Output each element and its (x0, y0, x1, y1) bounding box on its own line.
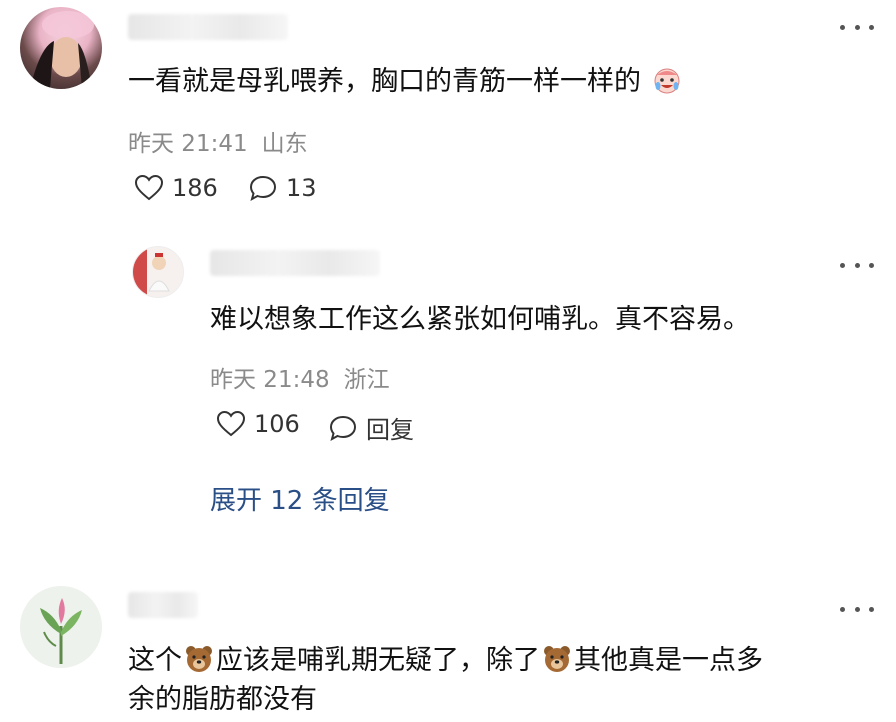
comment-body-part3: 其他真是一点多 (574, 645, 763, 676)
more-options-button[interactable] (840, 20, 874, 34)
reply-time: 昨天 21:48 (210, 367, 330, 393)
avatar[interactable] (132, 246, 184, 298)
reply-label: 回复 (366, 416, 414, 444)
expand-replies-link[interactable]: 展开 12 条回复 (210, 480, 390, 517)
reply-count: 13 (286, 174, 317, 202)
reply-count-button[interactable]: 13 (248, 174, 317, 202)
like-button[interactable]: 106 (216, 410, 300, 438)
comment-thread: 一看就是母乳喂养，胸口的青筋一样一样的 昨天 21:41 山东 186 13 难… (0, 0, 896, 722)
more-options-button[interactable] (840, 258, 874, 272)
comment-meta: 昨天 21:41 山东 (128, 124, 308, 158)
reply-meta: 昨天 21:48 浙江 (210, 360, 390, 394)
avatar-image (20, 586, 102, 668)
reply-location: 浙江 (343, 367, 390, 393)
username-blurred[interactable] (210, 250, 380, 276)
bear-face-emoji-icon (544, 646, 570, 672)
username-blurred[interactable] (128, 592, 198, 618)
comment-bubble-icon (249, 175, 277, 202)
bear-face-emoji-icon (186, 646, 212, 672)
comment-time: 昨天 21:41 (128, 131, 248, 157)
comment-body-line2: 余的脂肪都没有 (128, 684, 317, 715)
avatar[interactable] (20, 586, 102, 668)
like-button[interactable]: 186 (134, 174, 218, 202)
heart-icon (134, 174, 164, 201)
comment-body-part2: 应该是哺乳期无疑了，除了 (216, 645, 540, 676)
reply-button[interactable]: 回复 (328, 410, 414, 445)
comment-body: 一看就是母乳喂养，胸口的青筋一样一样的 (128, 66, 641, 97)
comment-text: 一看就是母乳喂养，胸口的青筋一样一样的 (128, 62, 684, 102)
avatar-image (133, 247, 170, 297)
reply-body: 难以想象工作这么紧张如何哺乳。真不容易。 (210, 304, 750, 335)
username-blurred[interactable] (128, 14, 288, 40)
heart-icon (216, 410, 246, 437)
comment-location: 山东 (261, 131, 308, 157)
comment-body-part1: 这个 (128, 645, 182, 676)
more-options-button[interactable] (840, 602, 874, 616)
like-count: 106 (254, 410, 300, 438)
crying-laughing-emoji-icon (654, 68, 680, 94)
like-count: 186 (172, 174, 218, 202)
avatar[interactable] (20, 7, 102, 89)
comment-bubble-icon (329, 415, 357, 441)
comment-text: 这个 应该是哺乳期无疑了，除了 其他真是一点多 (128, 641, 763, 681)
avatar-image (30, 11, 94, 89)
reply-text: 难以想象工作这么紧张如何哺乳。真不容易。 (210, 300, 750, 340)
comment-text-line2: 余的脂肪都没有 (128, 680, 317, 720)
